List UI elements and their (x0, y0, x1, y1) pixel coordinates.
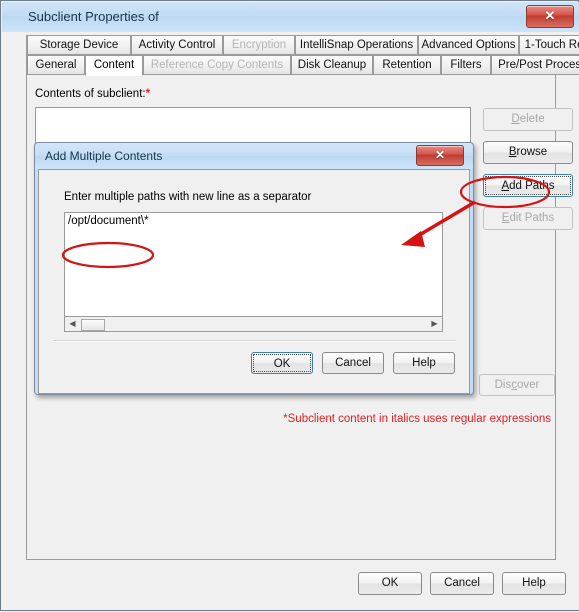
enter-multiple-paths-hint: Enter multiple paths with new line as a … (64, 191, 312, 203)
close-icon[interactable]: ✕ (526, 5, 574, 28)
tab-encryption: Encryption (223, 35, 295, 55)
edit-paths-button: Edit Paths (483, 207, 573, 230)
tab-pre-post-process[interactable]: Pre/Post Process (491, 55, 579, 75)
tab-storage-device[interactable]: Storage Device (27, 35, 131, 55)
add-multiple-contents-titlebar: Add Multiple Contents ✕ (35, 143, 473, 169)
main-help-button[interactable]: Help (502, 572, 566, 595)
browse-button[interactable]: Browse (483, 141, 573, 164)
tab-intellisnap-operations[interactable]: IntelliSnap Operations (295, 35, 418, 55)
contents-label-text: Contents of subclient: (35, 88, 146, 100)
tab-reference-copy-contents: Reference Copy Contents (143, 55, 291, 75)
window-titlebar: Subclient Properties of ✕ (2, 2, 579, 33)
paths-textarea-value: /opt/document\* (68, 215, 149, 227)
inner-close-icon-glyph: ✕ (434, 148, 446, 162)
required-marker: * (145, 88, 151, 100)
inner-close-icon[interactable]: ✕ (416, 145, 464, 166)
italics-regex-note: *Subclient content in italics uses regul… (283, 413, 551, 425)
add-multiple-contents-title: Add Multiple Contents (45, 149, 163, 163)
tab-1-touch-recovery[interactable]: 1-Touch Recovery (519, 35, 579, 55)
main-cancel-button[interactable]: Cancel (430, 572, 494, 595)
inner-ok-label: OK (253, 354, 311, 372)
tab-content[interactable]: Content (85, 55, 143, 76)
subclient-properties-window: Subclient Properties of ✕ Storage Device… (0, 0, 579, 611)
tab-disk-cleanup[interactable]: Disk Cleanup (291, 55, 373, 75)
paths-horizontal-scrollbar[interactable]: ◀ ▶ (64, 317, 443, 332)
window-title: Subclient Properties of (28, 9, 159, 24)
tab-advanced-options[interactable]: Advanced Options (418, 35, 519, 55)
close-icon-glyph: ✕ (544, 8, 556, 23)
scrollbar-thumb[interactable] (81, 319, 105, 331)
contents-of-subclient-label: Contents of subclient:* (35, 88, 150, 100)
discover-button: Discover (479, 374, 555, 396)
add-multiple-contents-frame: Add Multiple Contents ✕ Enter multiple p… (35, 143, 473, 394)
tab-retention[interactable]: Retention (373, 55, 441, 75)
inner-help-button[interactable]: Help (393, 352, 455, 374)
tab-activity-control[interactable]: Activity Control (131, 35, 223, 55)
scroll-right-arrow-icon[interactable]: ▶ (428, 317, 441, 330)
delete-button: Delete (483, 108, 573, 131)
inner-dialog-divider (53, 340, 456, 342)
paths-textarea[interactable]: /opt/document\* (64, 212, 443, 317)
add-multiple-contents-body: Enter multiple paths with new line as a … (38, 169, 470, 394)
add-paths-button[interactable]: Add Paths (483, 174, 573, 197)
add-multiple-contents-dialog: Add Multiple Contents ✕ Enter multiple p… (34, 142, 474, 395)
scroll-left-arrow-icon[interactable]: ◀ (66, 317, 79, 330)
tab-general[interactable]: General (27, 55, 85, 75)
inner-cancel-button[interactable]: Cancel (322, 352, 384, 374)
tab-filters[interactable]: Filters (441, 55, 491, 75)
inner-ok-button[interactable]: OK (251, 352, 313, 374)
main-ok-button[interactable]: OK (358, 572, 422, 595)
